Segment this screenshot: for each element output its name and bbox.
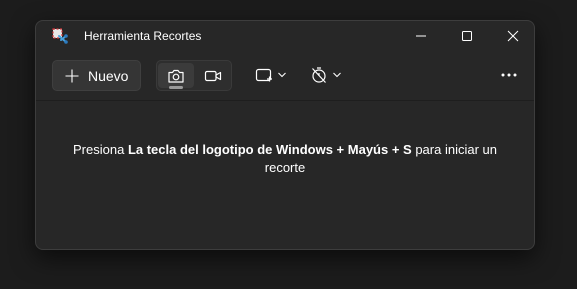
close-button[interactable] (490, 21, 534, 51)
video-mode-button[interactable] (195, 63, 231, 88)
plus-icon (65, 69, 79, 82)
minimize-button[interactable] (398, 21, 444, 51)
more-icon (501, 73, 517, 77)
screenshot-mode-button[interactable] (158, 63, 194, 89)
instructions-line-2: recorte (264, 160, 306, 175)
timer-off-icon (312, 67, 326, 83)
more-options-button[interactable] (494, 62, 524, 88)
chevron-down-icon (278, 72, 286, 78)
window-title: Herramienta Recortes (84, 29, 202, 43)
selected-mode-indicator (169, 86, 183, 89)
keyboard-shortcut: La tecla del logotipo de Windows + Mayús… (127, 142, 412, 157)
camera-icon (168, 69, 184, 83)
instructions-suffix: para iniciar un (411, 142, 497, 157)
maximize-icon (462, 31, 472, 41)
close-icon (507, 30, 519, 42)
video-camera-icon (204, 70, 222, 81)
instructions-prefix: Presiona (73, 142, 128, 157)
snip-mode-toggle (156, 60, 232, 91)
snipping-tool-window: Herramienta Recortes Nuevo Presiona La t… (35, 20, 535, 250)
snip-shape-dropdown[interactable] (255, 62, 287, 88)
maximize-button[interactable] (444, 21, 490, 51)
instructions-line-1: Presiona La tecla del logotipo de Window… (36, 141, 534, 159)
delay-dropdown[interactable] (310, 62, 342, 88)
new-snip-button[interactable]: Nuevo (52, 60, 141, 91)
title-bar[interactable]: Herramienta Recortes (36, 21, 534, 51)
chevron-down-icon (333, 72, 341, 78)
rectangle-snip-icon (255, 68, 272, 82)
instructions-text: Presiona La tecla del logotipo de Window… (36, 141, 534, 177)
new-snip-label: Nuevo (88, 67, 129, 84)
toolbar: Nuevo (36, 51, 534, 101)
snipping-tool-icon (51, 27, 69, 45)
minimize-icon (416, 35, 426, 37)
